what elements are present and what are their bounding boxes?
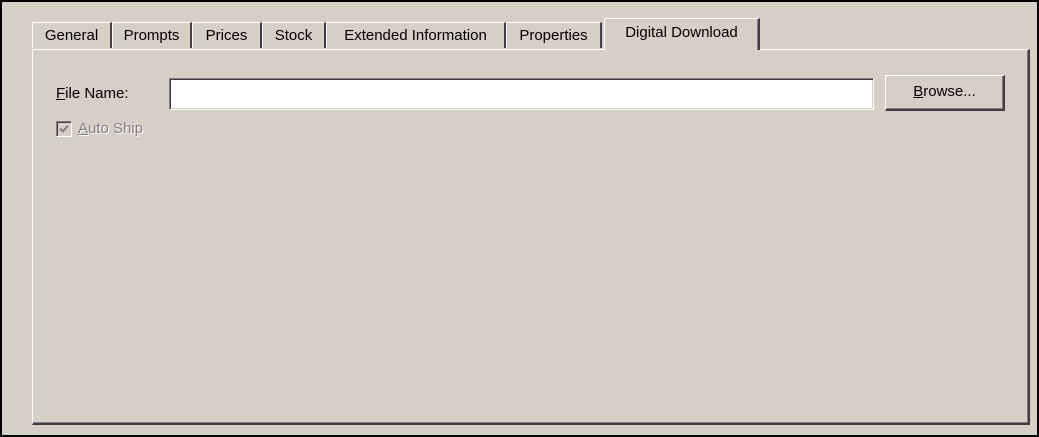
auto-ship-label-text: uto Ship [88, 120, 144, 137]
tab-prices[interactable]: Prices [192, 22, 262, 48]
auto-ship-label-mnemonic: A [78, 120, 89, 137]
browse-button-text: rowse... [923, 83, 976, 100]
tab-stock[interactable]: Stock [262, 22, 326, 48]
file-name-field[interactable] [169, 78, 874, 110]
browse-button-mnemonic: B [913, 83, 924, 100]
file-name-label-mnemonic: F [56, 85, 66, 102]
auto-ship-checkbox[interactable] [56, 121, 72, 137]
tab-prompts[interactable]: Prompts [112, 22, 192, 48]
tab-panel-digital-download: File Name: Browse... Auto Ship [32, 49, 1030, 425]
file-name-label-text: ile Name: [65, 85, 129, 102]
checkmark-icon [59, 125, 69, 133]
browse-button[interactable]: Browse... [885, 75, 1005, 111]
file-name-label: File Name: [56, 85, 129, 103]
tab-general[interactable]: General [32, 22, 112, 48]
dialog-window: General Prompts Prices Stock Extended In… [0, 0, 1039, 437]
tab-properties[interactable]: Properties [506, 22, 602, 48]
tab-digital-download[interactable]: Digital Download [604, 18, 760, 50]
auto-ship-label: Auto Ship [78, 120, 143, 138]
tab-extended-information[interactable]: Extended Information [326, 22, 506, 48]
